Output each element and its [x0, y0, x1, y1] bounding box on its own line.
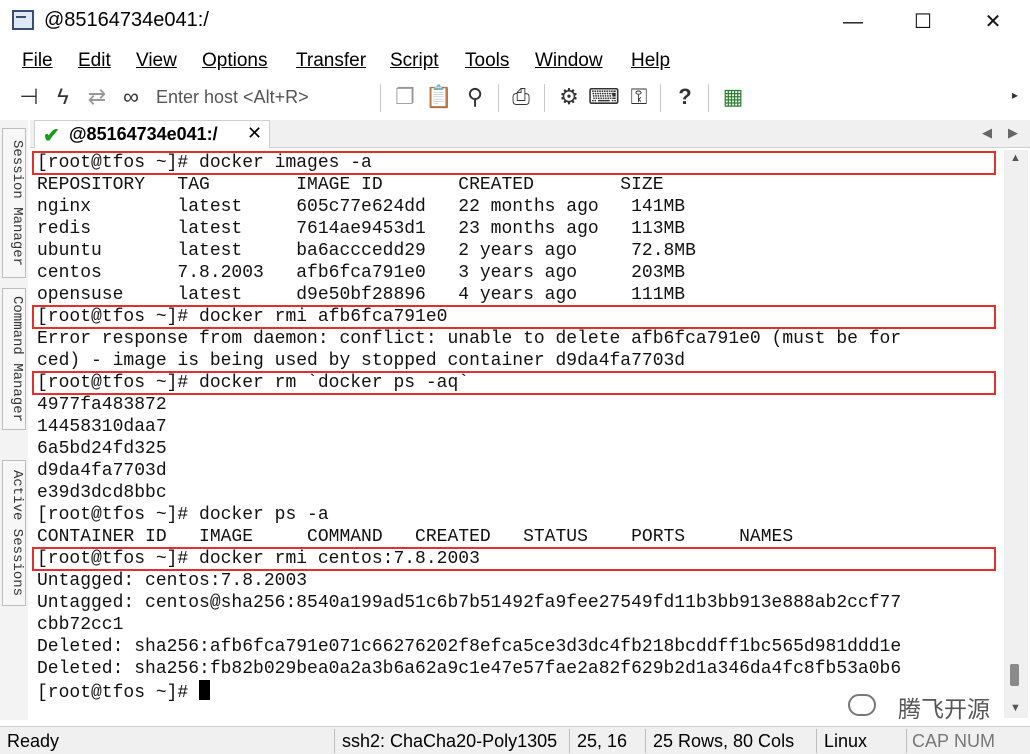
tab-scroll-left-icon[interactable]: ◀ — [982, 125, 992, 141]
scrollbar-thumb[interactable] — [1010, 664, 1019, 686]
scroll-down-arrow-icon[interactable]: ▼ — [1010, 702, 1021, 714]
terminal-cursor — [199, 680, 211, 700]
print-icon[interactable]: ⎙ — [506, 82, 536, 112]
sftp-icon[interactable]: ▦ — [718, 82, 748, 112]
menu-options[interactable]: Options — [202, 50, 267, 72]
terminal-line: opensuse latest d9e50bf28896 4 years ago… — [37, 285, 686, 305]
status-divider — [334, 729, 335, 753]
lightning-icon[interactable]: ϟ — [48, 82, 78, 112]
watermark-text: 腾飞开源 — [898, 696, 990, 722]
toolbar-separator — [380, 84, 381, 112]
terminal-line: nginx latest 605c77e624dd 22 months ago … — [37, 197, 686, 217]
active-sessions-tab[interactable]: Active Sessions — [2, 460, 26, 606]
menu-tools[interactable]: Tools — [465, 50, 509, 72]
connected-check-icon: ✔ — [43, 125, 60, 147]
status-divider — [906, 729, 907, 753]
terminal-line: cbb72cc1 — [37, 615, 124, 635]
toolbar-separator — [708, 84, 709, 112]
terminal-line: e39d3dcd8bbc — [37, 483, 167, 503]
terminal-line: centos 7.8.2003 afb6fca791e0 3 years ago… — [37, 263, 686, 283]
status-divider — [645, 729, 646, 753]
menu-transfer[interactable]: Transfer — [296, 50, 366, 72]
tab-close-button[interactable]: ✕ — [247, 123, 262, 144]
session-tab-label: @85164734e041:/ — [69, 124, 218, 144]
toolbar-separator — [660, 84, 661, 112]
terminal-prompt: [root@tfos ~]# — [37, 683, 200, 702]
title-bar: @85164734e041:/ — ☐ ✕ — [0, 0, 1030, 44]
highlight-box — [32, 547, 996, 571]
terminal-line: 4977fa483872 — [37, 395, 167, 415]
status-ready: Ready — [7, 731, 60, 751]
host-input[interactable] — [156, 84, 372, 110]
terminal-line: 6a5bd24fd325 — [37, 439, 167, 459]
status-cipher: ssh2: ChaCha20-Poly1305 — [342, 731, 558, 751]
highlight-box — [32, 305, 996, 329]
terminal-line: ubuntu latest ba6acccedd29 2 years ago 7… — [37, 241, 696, 261]
menu-script[interactable]: Script — [390, 50, 439, 72]
menu-file[interactable]: File — [22, 50, 53, 72]
terminal-line: CONTAINER ID IMAGE COMMAND CREATED STATU… — [37, 527, 794, 547]
link-icon[interactable]: ∞ — [116, 82, 146, 112]
menu-bar: File Edit View Options Transfer Script T… — [0, 46, 1030, 76]
terminal-line: Deleted: sha256:afb6fca791e071c66276202f… — [37, 637, 902, 657]
securecrt-app-icon — [12, 10, 34, 30]
key-icon[interactable]: ⚿ — [624, 82, 654, 112]
menu-help[interactable]: Help — [631, 50, 670, 72]
terminal-line: REPOSITORY TAG IMAGE ID CREATED SIZE — [37, 175, 664, 195]
status-caps-lock: CAP — [912, 731, 950, 751]
watermark: 腾飞开源 — [848, 690, 1000, 722]
keymap-icon[interactable]: ⌨ — [588, 82, 620, 112]
terminal-line: [root@tfos ~]# docker ps -a — [37, 505, 329, 525]
terminal-area[interactable]: [root@tfos ~]# docker images -a REPOSITO… — [30, 150, 1002, 718]
settings-gear-icon[interactable]: ⚙ — [554, 82, 584, 112]
connect-bar-icon[interactable]: ⊣ — [14, 82, 44, 112]
terminal-line: redis latest 7614ae9453d1 23 months ago … — [37, 219, 686, 239]
reconnect-icon[interactable]: ⇄ — [82, 82, 112, 112]
status-terminal-size: 25 Rows, 80 Cols — [653, 731, 795, 751]
menu-window[interactable]: Window — [535, 50, 603, 72]
toolbar: ⊣ ϟ ⇄ ∞ ❐ 📋 ⚲ ⎙ ⚙ ⌨ ⚿ ? ▦ ▸ — [0, 78, 1030, 116]
window-title: @85164734e041:/ — [44, 9, 209, 31]
wechat-logo-icon — [848, 694, 876, 716]
minimize-button[interactable]: — — [830, 4, 876, 40]
session-tab[interactable]: ✔ @85164734e041:/ ✕ — [34, 120, 270, 148]
status-os: Linux — [824, 731, 868, 751]
status-bar: Ready ssh2: ChaCha20-Poly1305 25, 16 25 … — [0, 726, 1030, 754]
copy-icon[interactable]: ❐ — [390, 82, 420, 112]
scroll-up-arrow-icon[interactable]: ▲ — [1010, 152, 1021, 164]
terminal-line: Deleted: sha256:fb82b029bea0a2a3b6a62a9c… — [37, 659, 902, 679]
side-panel: Session Manager Command Manager Active S… — [0, 120, 28, 720]
terminal-line: ced) - image is being used by stopped co… — [37, 351, 686, 371]
tab-scroll-right-icon[interactable]: ▶ — [1008, 125, 1018, 141]
terminal-line: Error response from daemon: conflict: un… — [37, 329, 902, 349]
highlight-box — [32, 371, 996, 395]
clipboard-icon[interactable]: 📋 — [424, 82, 454, 112]
terminal-line: d9da4fa7703d — [37, 461, 167, 481]
terminal-line: Untagged: centos@sha256:8540a199ad51c6b7… — [37, 593, 902, 613]
session-tab-strip: ✔ @85164734e041:/ ✕ ◀ ▶ — [30, 120, 1030, 148]
terminal-scrollbar[interactable]: ▲ ▼ — [1004, 150, 1028, 718]
status-divider — [569, 729, 570, 753]
status-divider — [816, 729, 817, 753]
toolbar-separator — [498, 84, 499, 112]
toolbar-separator — [544, 84, 545, 112]
terminal-line: 14458310daa7 — [37, 417, 167, 437]
session-manager-tab[interactable]: Session Manager — [2, 128, 26, 278]
help-icon[interactable]: ? — [670, 82, 700, 112]
command-manager-tab[interactable]: Command Manager — [2, 288, 26, 430]
menu-view[interactable]: View — [136, 50, 177, 72]
toolbar-overflow-icon[interactable]: ▸ — [1012, 88, 1022, 108]
status-num-lock: NUM — [954, 731, 995, 751]
close-button[interactable]: ✕ — [970, 4, 1016, 40]
terminal-line: Untagged: centos:7.8.2003 — [37, 571, 308, 591]
find-icon[interactable]: ⚲ — [460, 82, 490, 112]
highlight-box — [32, 151, 996, 175]
maximize-button[interactable]: ☐ — [900, 4, 946, 40]
menu-edit[interactable]: Edit — [78, 50, 111, 72]
status-cursor-position: 25, 16 — [577, 731, 628, 751]
